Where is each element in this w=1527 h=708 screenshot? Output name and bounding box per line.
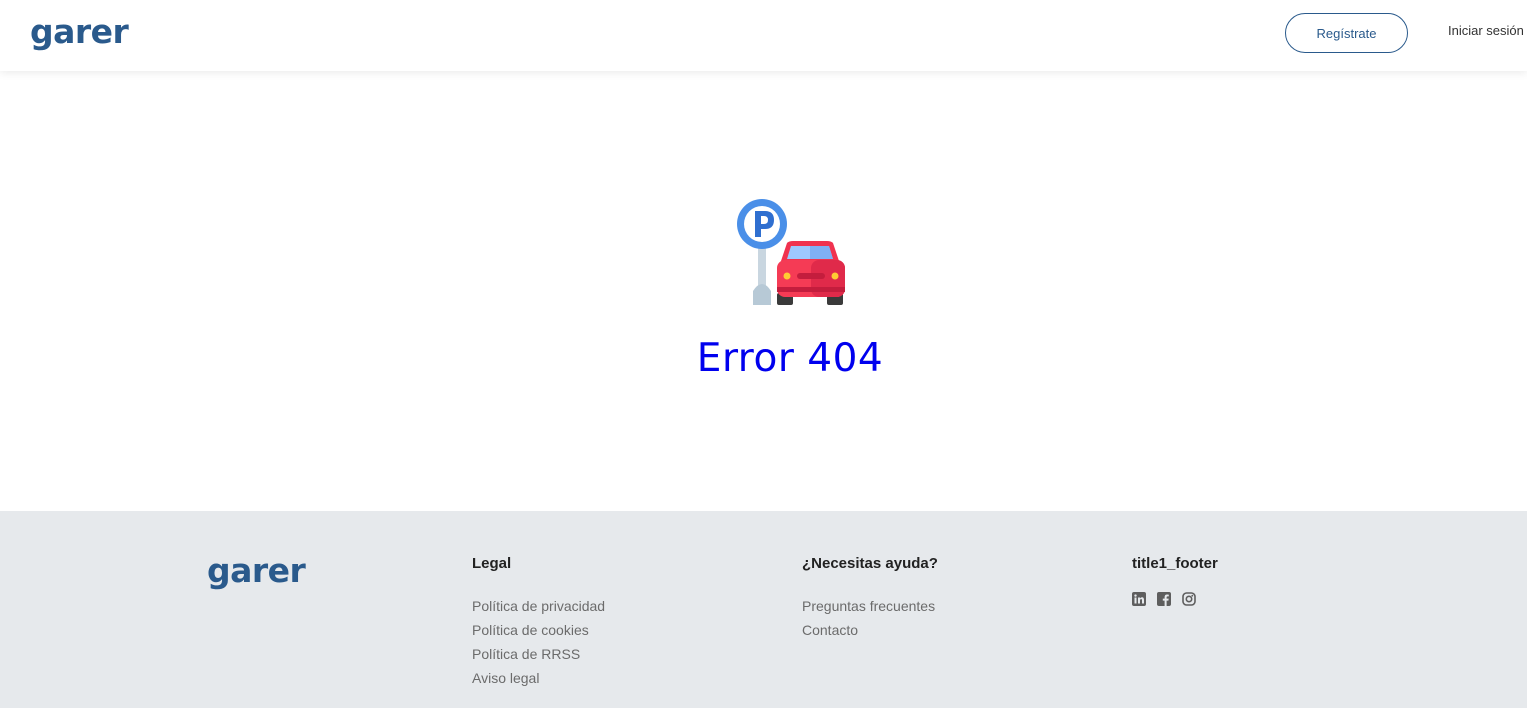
cookies-policy-link[interactable]: Política de cookies: [472, 618, 605, 642]
footer-legal-column: Legal Política de privacidad Política de…: [472, 555, 605, 690]
footer: garer Legal Política de privacidad Polít…: [0, 511, 1527, 708]
contact-link[interactable]: Contacto: [802, 618, 938, 642]
top-header: garer Regístrate Iniciar sesión: [0, 0, 1527, 71]
login-link[interactable]: Iniciar sesión: [1448, 23, 1524, 38]
linkedin-icon[interactable]: [1132, 592, 1146, 606]
facebook-icon[interactable]: [1157, 592, 1171, 606]
error-title: Error 404: [696, 336, 884, 381]
footer-social-title: title1_footer: [1132, 555, 1218, 572]
footer-social-column: title1_footer: [1132, 555, 1218, 606]
rrss-policy-link[interactable]: Política de RRSS: [472, 642, 605, 666]
footer-help-title: ¿Necesitas ayuda?: [802, 555, 938, 572]
parking-sign-and-car-icon: [733, 197, 849, 309]
faq-link[interactable]: Preguntas frecuentes: [802, 594, 938, 618]
instagram-icon[interactable]: [1182, 592, 1196, 606]
register-button[interactable]: Regístrate: [1285, 13, 1408, 53]
footer-logo[interactable]: garer: [207, 551, 306, 590]
header-logo[interactable]: garer: [30, 12, 129, 51]
privacy-policy-link[interactable]: Política de privacidad: [472, 594, 605, 618]
footer-legal-title: Legal: [472, 555, 512, 572]
social-icons: [1132, 592, 1218, 606]
legal-notice-link[interactable]: Aviso legal: [472, 666, 605, 690]
footer-help-column: ¿Necesitas ayuda? Preguntas frecuentes C…: [802, 555, 938, 642]
